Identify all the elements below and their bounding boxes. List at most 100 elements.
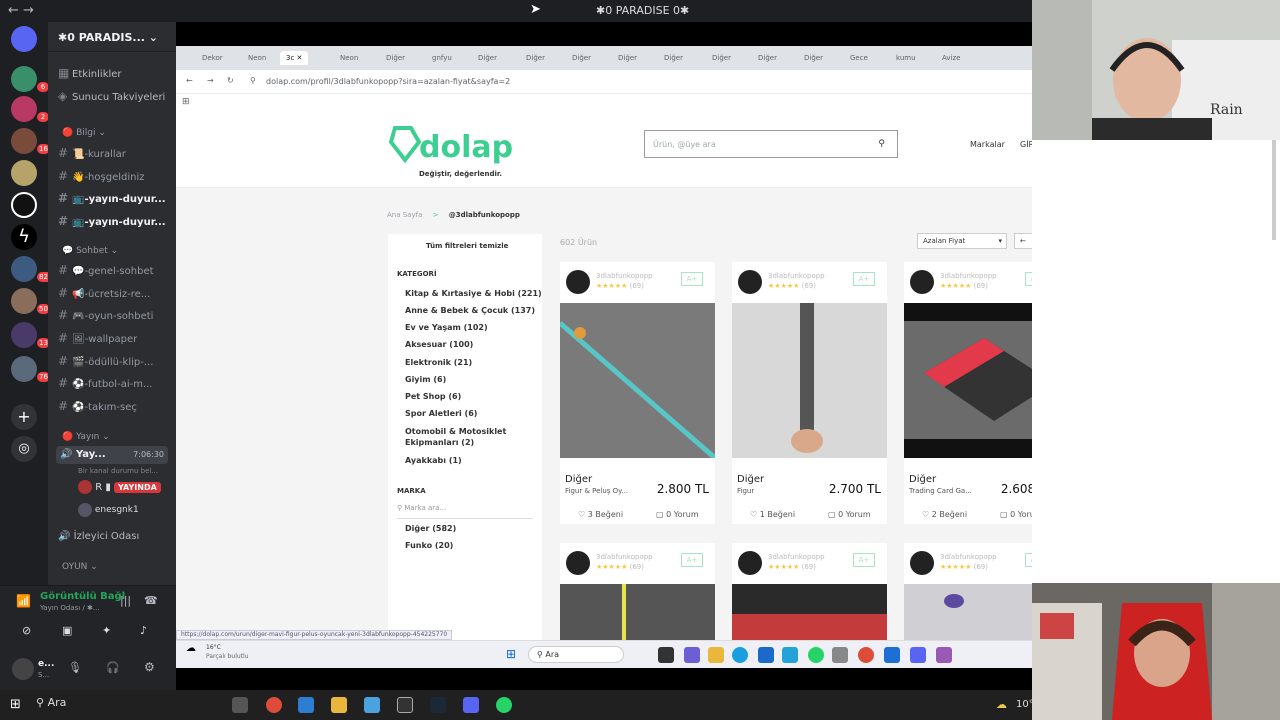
scrollbar-thumb[interactable] [1272,140,1276,240]
category-filter-cont[interactable]: Ekipmanları (2) [405,438,474,447]
app-icon[interactable] [884,647,900,663]
category-filter[interactable]: Giyim (6) [405,375,446,384]
seller-name[interactable]: 3dlabfunkopopp [596,553,653,561]
chrome-icon[interactable] [858,647,874,663]
product-card[interactable]: 3dlabfunkopopp ★★★★★ (69) A+ Diğer Tradi… [904,262,1032,524]
comment-button[interactable]: ▢ 0 Yorum [828,510,871,519]
category-filter[interactable]: Otomobil & Motosiklet [405,427,506,436]
category-filter[interactable]: Ayakkabı (1) [405,456,462,465]
clear-filters-button[interactable]: Tüm filtreleri temizle [426,242,508,250]
app-icon[interactable] [298,697,314,713]
product-card[interactable]: 3dlabfunkopopp ★★★★★ (69) A+ Diğer Figur… [732,262,887,524]
nav-brands-link[interactable]: Markalar [970,140,1005,149]
windows-start-icon[interactable]: ⊞ [506,647,516,661]
server-icon[interactable]: 76 [11,356,50,382]
like-button[interactable]: ♡ 2 Beğeni [922,510,967,519]
server-icon[interactable]: 6 [11,66,49,92]
channel-item[interactable]: # 🎬-ödüllü-klip-... [58,352,174,370]
taskbar-search[interactable]: ⚲ Ara [528,646,624,663]
nav-login-link[interactable]: GİRİŞ YAP [1020,140,1032,149]
like-button[interactable]: ♡ 3 Beğeni [578,510,623,519]
app-icon[interactable] [684,647,700,663]
boosts-item[interactable]: ◈ Sunucu Takviyeleri [58,87,174,105]
server-header[interactable]: ✱0 PARADIS... ⌄ [48,22,176,52]
settings-icon[interactable] [832,647,848,663]
brand-search-input[interactable]: ⚲ Marka ara... [397,504,533,519]
taskbar-search[interactable]: ⚲ Ara [36,696,222,714]
channel-item[interactable]: # ⚽-takım-seç [58,397,174,415]
disconnect-icon[interactable]: ☎ [144,594,158,607]
channel-item[interactable]: # 📺-yayın-duyur... [58,212,174,230]
app-icon[interactable] [364,697,380,713]
browser-tab[interactable]: Diğer [478,51,497,65]
site-search-input[interactable]: Ürün, @üye ara ⚲ [644,130,898,158]
category-filter[interactable]: Spor Aletleri (6) [405,409,477,418]
browser-tab[interactable]: Diğer [526,51,545,65]
server-icon[interactable]: ϟ [11,224,37,250]
browser-tab[interactable]: Diğer [618,51,637,65]
windows-start-icon[interactable]: ⊞ [10,697,21,712]
browser-tab[interactable]: Neon [248,51,266,65]
taskview-icon[interactable] [232,697,248,713]
breadcrumb-home[interactable]: Ana Sayfa [387,211,422,219]
folder-icon[interactable] [708,647,724,663]
taskview-icon[interactable] [658,647,674,663]
edge-icon[interactable] [732,647,748,663]
discord-home-icon[interactable] [11,26,37,52]
server-icon[interactable] [11,192,37,218]
server-icon[interactable]: 826 [11,256,55,282]
browser-tab[interactable]: Diğer [758,51,777,65]
server-icon[interactable]: 16 [11,128,50,154]
browser-tab[interactable]: Diğer [386,51,405,65]
browser-tab[interactable]: Avize [942,51,960,65]
browser-tab[interactable]: Gece [850,51,868,65]
url-field[interactable]: dolap.com/profil/3dlabfunkopopp?sira=aza… [266,77,510,86]
browser-tab[interactable]: kumu [896,51,916,65]
headphones-icon[interactable]: 🎧 [106,661,120,674]
category-filter[interactable]: Ev ve Yaşam (102) [405,323,488,332]
seller-name[interactable]: 3dlabfunkopopp [940,553,997,561]
product-card[interactable]: 3dlabfunkopopp ★★★★★ (69) A+ Diğer Figur… [558,262,717,524]
seller-name[interactable]: 3dlabfunkopopp [940,272,997,280]
channel-item[interactable]: # 🖼-wallpaper [58,329,174,347]
browser-tab[interactable]: Diğer [804,51,823,65]
server-icon[interactable] [11,160,37,186]
channel-item[interactable]: # 📢-ücretsiz-re... [58,284,174,302]
like-button[interactable]: ♡ 1 Beğeni [750,510,795,519]
apps-grid-icon[interactable]: ⊞ [182,97,190,107]
product-image[interactable] [732,303,887,458]
category-filter[interactable]: Anne & Bebek & Çocuk (137) [405,306,535,315]
category-oyun[interactable]: OYUN ⌄ [62,562,98,572]
app-icon[interactable] [782,647,798,663]
comment-button[interactable]: ▢ 0 Yorum [1000,510,1032,519]
browser-tab[interactable]: gnfyu [432,51,452,65]
site-info-icon[interactable]: ⚲ [250,76,256,85]
search-icon[interactable]: ⚲ [878,139,885,149]
sort-dropdown[interactable]: Azalan Fiyat ▾ [917,233,1007,249]
forward-icon[interactable]: → [207,76,214,85]
category-filter[interactable]: Kitap & Kırtasiye & Hobi (221) [405,289,542,298]
steam-icon[interactable] [430,697,446,713]
browser-tab[interactable]: Diğer [572,51,591,65]
settings-gear-icon[interactable]: ⚙ [144,660,155,674]
back-forward-nav[interactable]: ← → [8,3,34,18]
product-image[interactable] [904,303,1032,458]
reload-icon[interactable]: ↻ [227,76,234,85]
back-icon[interactable]: ← [186,76,193,85]
channel-item[interactable]: # 👋-hoşgeldiniz [58,167,174,185]
channel-item[interactable]: # 💬-genel-sohbet [58,261,174,279]
seller-name[interactable]: 3dlabfunkopopp [768,272,825,280]
product-image[interactable] [558,303,717,460]
category-filter[interactable]: Pet Shop (6) [405,392,461,401]
seller-name[interactable]: 3dlabfunkopopp [768,553,825,561]
folder-icon[interactable] [331,697,347,713]
browser-tab[interactable]: Neon [340,51,358,65]
channel-item[interactable]: # 📺-yayın-duyur... [58,189,174,207]
browser-tab[interactable]: Diğer [664,51,683,65]
browser-tab[interactable]: Dekor [202,51,223,65]
channel-item[interactable]: # ⚽-futbol-ai-m... [58,374,174,392]
channel-item[interactable]: # 🎮-oyun-sohbeti [58,306,174,324]
brand-filter[interactable]: Diğer (582) [405,524,456,533]
whatsapp-icon[interactable] [808,647,824,663]
add-server-icon[interactable]: + [11,404,37,430]
